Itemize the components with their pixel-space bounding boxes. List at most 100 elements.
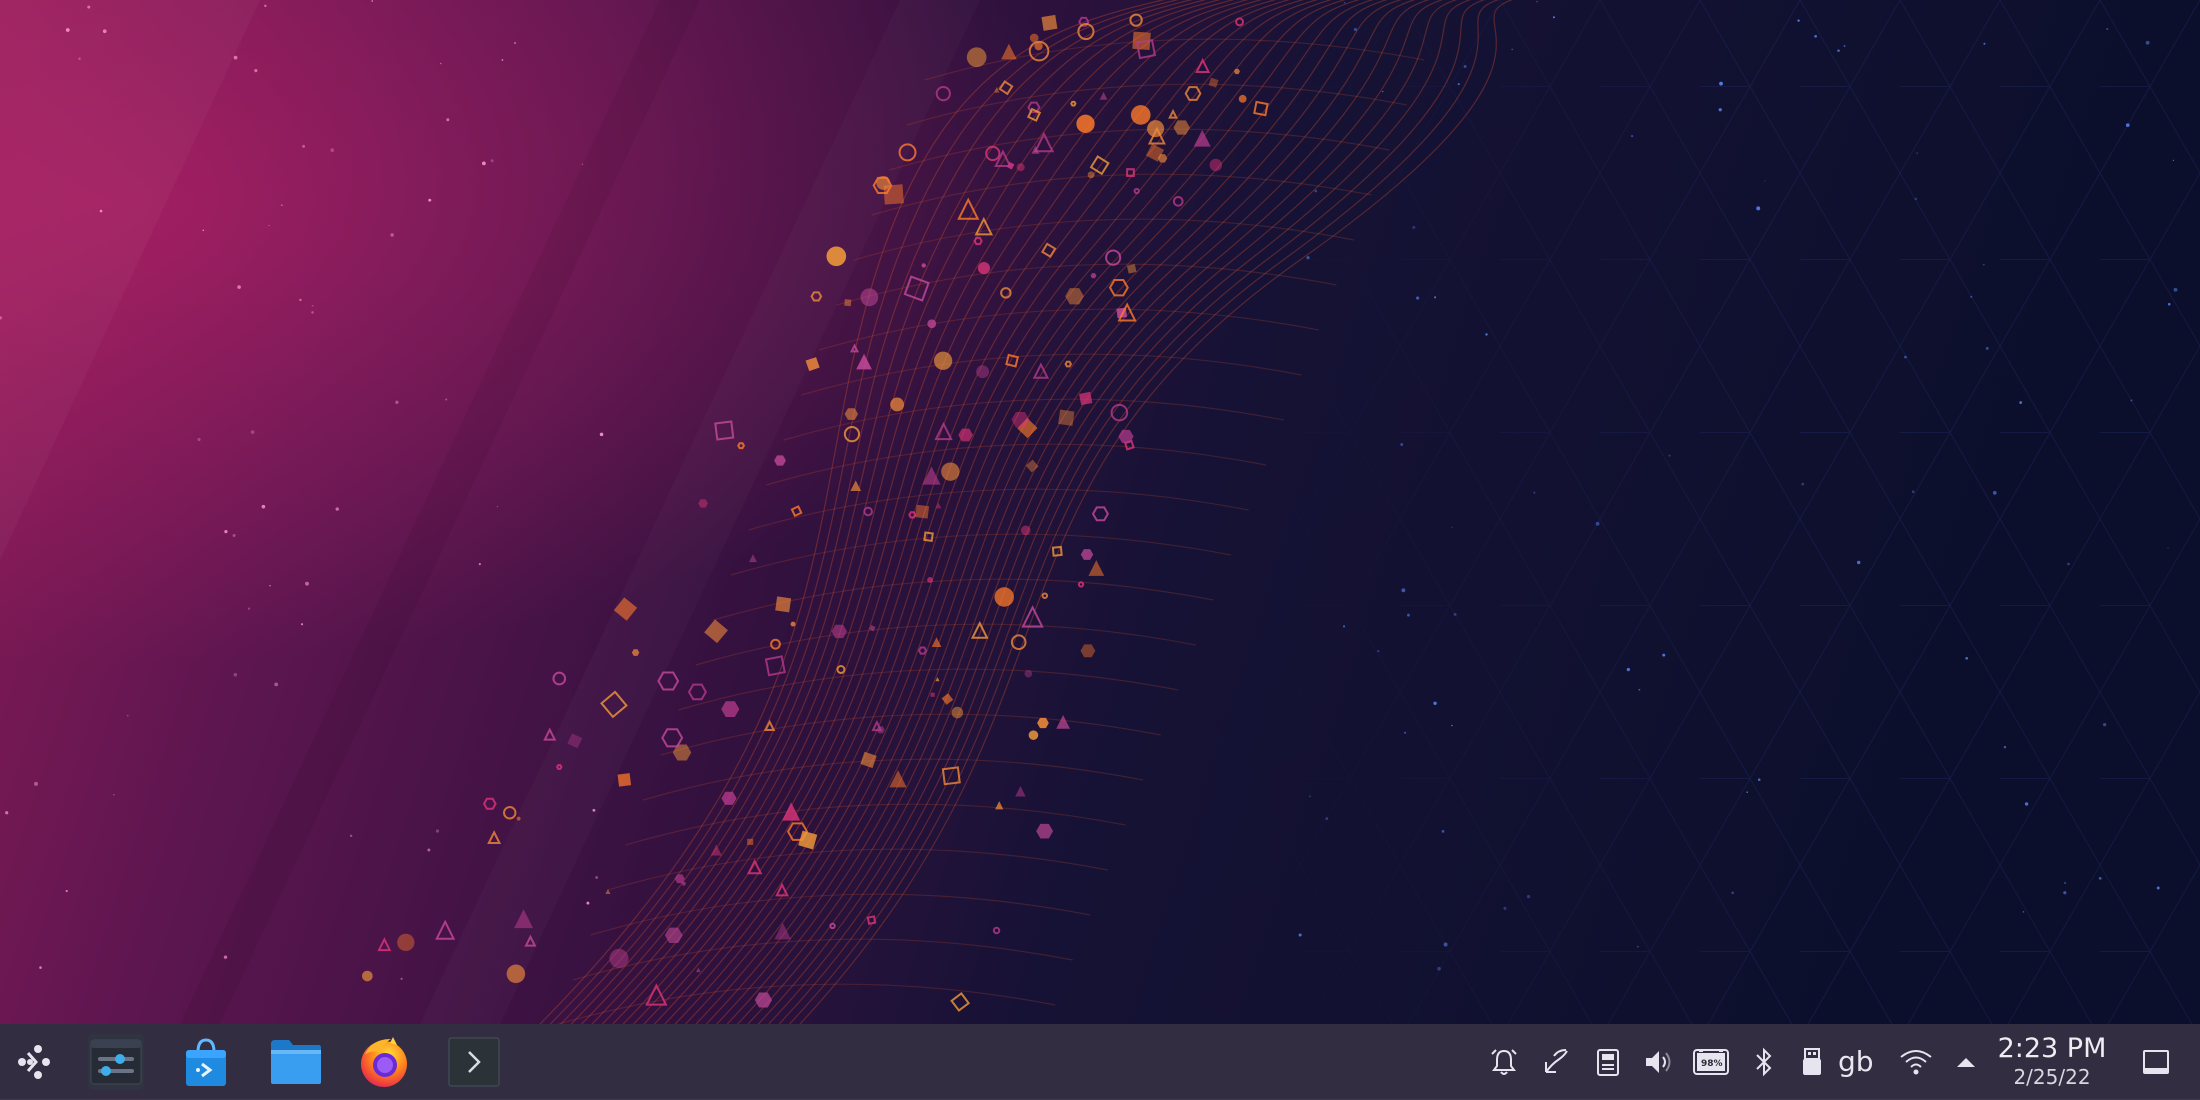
terminal-icon[interactable] <box>446 1034 502 1090</box>
wallpaper-star <box>224 530 228 534</box>
wallpaper-particle <box>1087 171 1095 179</box>
wallpaper-particle <box>915 504 930 519</box>
clipboard-icon[interactable] <box>1538 1044 1574 1080</box>
wallpaper-star <box>1731 891 1734 895</box>
bluetooth-icon[interactable] <box>1746 1044 1782 1080</box>
wallpaper-star <box>435 829 440 833</box>
shopping-bag-icon[interactable] <box>178 1034 234 1090</box>
wallpaper-star <box>335 507 339 511</box>
wallpaper-star <box>1718 108 1722 112</box>
wallpaper-particle <box>1238 94 1247 103</box>
wallpaper-particle <box>1016 163 1025 172</box>
wallpaper-star <box>1443 942 1448 947</box>
wallpaper-particle <box>617 773 632 787</box>
wallpaper-star <box>1970 295 1973 298</box>
wallpaper-star <box>99 209 103 213</box>
wallpaper-particle <box>976 365 990 379</box>
wallpaper-star <box>250 430 255 435</box>
steamdeck-launcher-icon[interactable] <box>6 1034 62 1090</box>
wallpaper-star <box>197 437 201 442</box>
wallpaper-star <box>1485 333 1488 336</box>
wallpaper-star <box>1965 656 1969 660</box>
wallpaper-particle <box>890 397 905 412</box>
storage-icon[interactable] <box>1590 1044 1626 1080</box>
wallpaper-particle <box>747 838 754 845</box>
wallpaper-star <box>254 69 258 73</box>
wallpaper-star <box>2067 562 2070 566</box>
volume-icon[interactable] <box>1640 1044 1676 1080</box>
wallpaper-particle <box>1058 409 1075 426</box>
wallpaper-star <box>2103 723 2107 727</box>
wallpaper-star <box>1451 526 1453 529</box>
firefox-icon[interactable] <box>356 1034 412 1090</box>
wallpaper-star <box>5 811 9 815</box>
wallpaper-star <box>1764 180 1766 182</box>
wallpaper-star <box>1511 48 1513 51</box>
wallpaper-star <box>1719 81 1723 86</box>
show-desktop-icon[interactable] <box>2136 1042 2176 1082</box>
wallpaper-particle <box>1076 114 1095 133</box>
wallpaper-particle <box>1024 669 1033 678</box>
digital-clock[interactable]: 2:23 PM 2/25/22 <box>1990 1033 2114 1089</box>
wallpaper-particle <box>933 351 953 370</box>
wallpaper-star <box>1401 588 1406 593</box>
wallpaper-star <box>269 584 271 587</box>
wallpaper-star <box>268 224 270 227</box>
wallpaper-star <box>1992 491 1997 495</box>
wallpaper-star <box>1325 817 1329 820</box>
wallpaper-star <box>592 808 596 812</box>
wallpaper-star <box>232 534 236 537</box>
clock-date: 2/25/22 <box>2013 1065 2091 1089</box>
wallpaper-star <box>1843 45 1846 47</box>
wallpaper-star <box>247 607 251 610</box>
wallpaper-star <box>1437 966 1441 971</box>
wallpaper-star <box>261 504 266 509</box>
wallpaper-star <box>102 29 107 34</box>
wallpaper-star <box>1837 49 1840 52</box>
wallpaper-star <box>595 876 599 879</box>
wallpaper-star <box>1377 650 1380 653</box>
wallpaper-star <box>1914 197 1918 201</box>
battery-icon[interactable]: 98% <box>1692 1044 1732 1080</box>
wallpaper-star <box>501 59 504 61</box>
notifications-icon[interactable] <box>1486 1044 1522 1080</box>
wallpaper-particle <box>927 576 934 583</box>
wallpaper-star <box>126 714 129 717</box>
wallpaper-star <box>299 298 302 302</box>
wallpaper-particle <box>362 970 373 982</box>
wallpaper-star <box>2063 881 2067 885</box>
wallpaper-particle <box>1130 105 1151 125</box>
wallpaper-star <box>65 889 68 893</box>
wallpaper-star <box>311 304 314 307</box>
wallpaper-star <box>1526 894 1531 899</box>
taskbar-panel: 98% gb 2:23 PM 2/25/22 <box>0 1024 2200 1100</box>
wallpaper-star <box>1434 296 1437 299</box>
wallpaper-star <box>428 198 432 202</box>
wallpaper-star <box>2098 876 2102 880</box>
keyboard-layout-indicator[interactable]: gb <box>1838 1046 1874 1078</box>
network-wifi-icon[interactable] <box>1898 1044 1934 1080</box>
wallpaper-star <box>1503 906 1507 910</box>
wallpaper-star <box>1911 490 1915 494</box>
wallpaper-star <box>2145 40 2150 45</box>
settings-sliders-icon[interactable] <box>88 1034 144 1090</box>
wallpaper-star <box>1533 491 1536 494</box>
wallpaper-particle <box>775 596 792 613</box>
wallpaper-star <box>1638 688 1641 691</box>
wallpaper-star <box>1306 256 1310 260</box>
wallpaper-star <box>514 41 517 45</box>
wallpaper-star <box>586 901 590 905</box>
wallpaper-star <box>2003 745 2007 749</box>
folder-icon[interactable] <box>268 1034 324 1090</box>
expand-tray-icon[interactable] <box>1948 1044 1984 1080</box>
wallpaper-star <box>1343 625 1346 628</box>
wallpaper-star <box>1983 264 1985 266</box>
wallpaper-star <box>34 781 38 786</box>
wallpaper-star <box>1552 16 1555 19</box>
wallpaper-star <box>1433 701 1437 705</box>
wallpaper-particle <box>826 246 847 267</box>
wallpaper-star <box>1453 612 1457 616</box>
usb-device-icon[interactable] <box>1794 1044 1830 1080</box>
wallpaper-star <box>1412 225 1416 229</box>
wallpaper-star <box>581 163 584 166</box>
